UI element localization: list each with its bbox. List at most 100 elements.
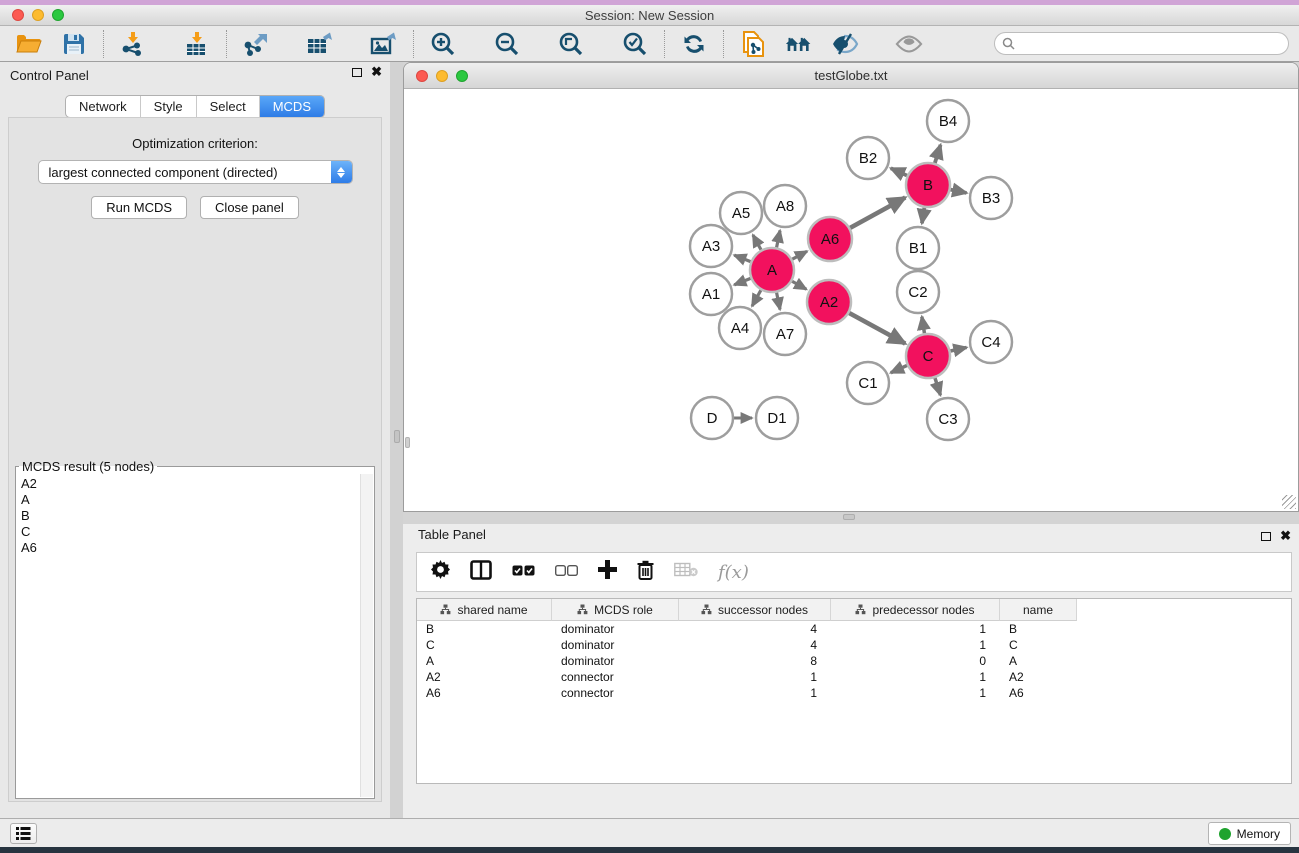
home-layout-icon[interactable] bbox=[785, 30, 813, 58]
hide-labels-icon[interactable] bbox=[831, 30, 859, 58]
zoom-selected-icon[interactable] bbox=[621, 30, 649, 58]
column-header-shared-name[interactable]: shared name bbox=[417, 599, 552, 621]
graph-node-B1[interactable]: B1 bbox=[897, 227, 939, 269]
graph-node-B[interactable]: B bbox=[906, 163, 950, 207]
open-folder-icon[interactable] bbox=[14, 30, 42, 58]
zoom-fit-icon[interactable] bbox=[557, 30, 585, 58]
memory-button[interactable]: Memory bbox=[1208, 822, 1291, 845]
mcds-result-scrollbar[interactable] bbox=[360, 474, 373, 797]
close-window-icon[interactable] bbox=[12, 9, 24, 21]
mcds-result-item[interactable]: B bbox=[21, 508, 360, 524]
delete-column-icon[interactable] bbox=[637, 560, 654, 585]
graph-edge-C-C1[interactable] bbox=[891, 365, 907, 372]
table-row[interactable]: Bdominator41B bbox=[417, 621, 1291, 637]
graph-node-A6[interactable]: A6 bbox=[808, 217, 852, 261]
graph-node-B4[interactable]: B4 bbox=[927, 100, 969, 142]
graph-node-C2[interactable]: C2 bbox=[897, 271, 939, 313]
maximize-window-icon[interactable] bbox=[52, 9, 64, 21]
close-panel-icon[interactable]: ✖ bbox=[371, 67, 382, 77]
search-field[interactable] bbox=[994, 32, 1289, 55]
graph-node-A[interactable]: A bbox=[750, 248, 794, 292]
window-edge-grip[interactable] bbox=[405, 437, 410, 448]
window-resize-grip[interactable] bbox=[1282, 495, 1296, 509]
network-canvas[interactable]: B4 B2 B B3 A8A5 A6 A3 B1 A C2 A1 A2 A4A7 C4 C C1 C3 D D1 bbox=[404, 89, 1298, 511]
vertical-splitter-grip[interactable] bbox=[394, 430, 400, 443]
settings-gear-icon[interactable] bbox=[431, 560, 450, 584]
mcds-result-item[interactable]: A6 bbox=[21, 540, 360, 556]
graph-node-A3[interactable]: A3 bbox=[690, 225, 732, 267]
graph-edge-B-B3[interactable] bbox=[951, 190, 967, 193]
zoom-out-icon[interactable] bbox=[493, 30, 521, 58]
graph-node-C4[interactable]: C4 bbox=[970, 321, 1012, 363]
close-table-panel-icon[interactable]: ✖ bbox=[1280, 531, 1291, 541]
graph-node-B2[interactable]: B2 bbox=[847, 137, 889, 179]
graph-edge-B-B1[interactable] bbox=[922, 208, 924, 224]
deselect-all-checkboxes-icon[interactable] bbox=[555, 563, 578, 581]
task-history-button[interactable] bbox=[10, 823, 37, 844]
mcds-result-list[interactable]: A2ABCA6 bbox=[17, 474, 360, 797]
graph-node-A2[interactable]: A2 bbox=[807, 280, 851, 324]
graph-edge-A-A2[interactable] bbox=[792, 281, 806, 289]
graph-edge-A-A1[interactable] bbox=[734, 278, 750, 284]
maximize-network-icon[interactable] bbox=[456, 70, 468, 82]
minimize-network-icon[interactable] bbox=[436, 70, 448, 82]
column-header-name[interactable]: name bbox=[1000, 599, 1077, 621]
graph-node-D1[interactable]: D1 bbox=[756, 397, 798, 439]
clone-network-icon[interactable] bbox=[739, 30, 767, 58]
close-network-icon[interactable] bbox=[416, 70, 428, 82]
graph-node-A7[interactable]: A7 bbox=[764, 313, 806, 355]
column-header-MCDS-role[interactable]: MCDS role bbox=[552, 599, 679, 621]
graph-node-A5[interactable]: A5 bbox=[720, 192, 762, 234]
search-input[interactable] bbox=[1020, 37, 1288, 51]
save-session-icon[interactable] bbox=[60, 30, 88, 58]
graph-edge-A-A3[interactable] bbox=[734, 255, 750, 261]
zoom-in-icon[interactable] bbox=[429, 30, 457, 58]
graph-node-C[interactable]: C bbox=[906, 334, 950, 378]
mcds-result-item[interactable]: A2 bbox=[21, 476, 360, 492]
criterion-dropdown[interactable]: largest connected component (directed) bbox=[38, 160, 353, 184]
select-all-checkboxes-icon[interactable] bbox=[512, 563, 535, 581]
run-mcds-button[interactable]: Run MCDS bbox=[91, 196, 187, 219]
show-columns-icon[interactable] bbox=[470, 560, 492, 585]
export-table-icon[interactable] bbox=[306, 30, 334, 58]
graph-edge-B-B4[interactable] bbox=[935, 145, 941, 163]
table-row[interactable]: A2connector11A2 bbox=[417, 669, 1291, 685]
horizontal-splitter-grip[interactable] bbox=[843, 514, 855, 520]
column-header-predecessor-nodes[interactable]: predecessor nodes bbox=[831, 599, 1000, 621]
graph-edge-C-C3[interactable] bbox=[935, 378, 940, 395]
graph-node-A1[interactable]: A1 bbox=[690, 273, 732, 315]
graph-node-C1[interactable]: C1 bbox=[847, 362, 889, 404]
graph-node-A4[interactable]: A4 bbox=[719, 307, 761, 349]
graph-edge-A-A7[interactable] bbox=[777, 293, 780, 310]
float-table-panel-icon[interactable] bbox=[1261, 532, 1271, 541]
graph-edge-A-A6[interactable] bbox=[792, 251, 807, 259]
export-image-icon[interactable] bbox=[370, 30, 398, 58]
window-controls[interactable] bbox=[12, 9, 64, 21]
column-header-successor-nodes[interactable]: successor nodes bbox=[679, 599, 831, 621]
float-panel-icon[interactable] bbox=[352, 68, 362, 77]
table-row[interactable]: Adominator80A bbox=[417, 653, 1291, 669]
graph-node-C3[interactable]: C3 bbox=[927, 398, 969, 440]
graph-edge-A-A8[interactable] bbox=[777, 230, 780, 247]
import-network-icon[interactable] bbox=[119, 30, 147, 58]
tab-mcds[interactable]: MCDS bbox=[260, 96, 324, 117]
graph-edge-A2-C[interactable] bbox=[849, 313, 905, 344]
graph-node-A8[interactable]: A8 bbox=[764, 185, 806, 227]
refresh-icon[interactable] bbox=[680, 30, 708, 58]
birds-eye-view-icon[interactable] bbox=[895, 30, 923, 58]
table-row[interactable]: A6connector11A6 bbox=[417, 685, 1291, 701]
graph-node-D[interactable]: D bbox=[691, 397, 733, 439]
network-graph[interactable]: B4 B2 B B3 A8A5 A6 A3 B1 A C2 A1 A2 A4A7 C4 C C1 C3 D D1 bbox=[404, 89, 1298, 511]
tab-network[interactable]: Network bbox=[66, 96, 141, 117]
graph-node-B3[interactable]: B3 bbox=[970, 177, 1012, 219]
add-column-icon[interactable] bbox=[598, 560, 617, 584]
network-window-titlebar[interactable]: testGlobe.txt bbox=[404, 63, 1298, 89]
graph-edge-A-A5[interactable] bbox=[753, 235, 761, 250]
graph-edge-B-B2[interactable] bbox=[891, 168, 907, 175]
graph-edge-C-C4[interactable] bbox=[950, 347, 966, 351]
tab-select[interactable]: Select bbox=[197, 96, 260, 117]
graph-edge-A6-B[interactable] bbox=[850, 198, 905, 228]
export-network-icon[interactable] bbox=[242, 30, 270, 58]
import-table-icon[interactable] bbox=[183, 30, 211, 58]
close-panel-button[interactable]: Close panel bbox=[200, 196, 299, 219]
